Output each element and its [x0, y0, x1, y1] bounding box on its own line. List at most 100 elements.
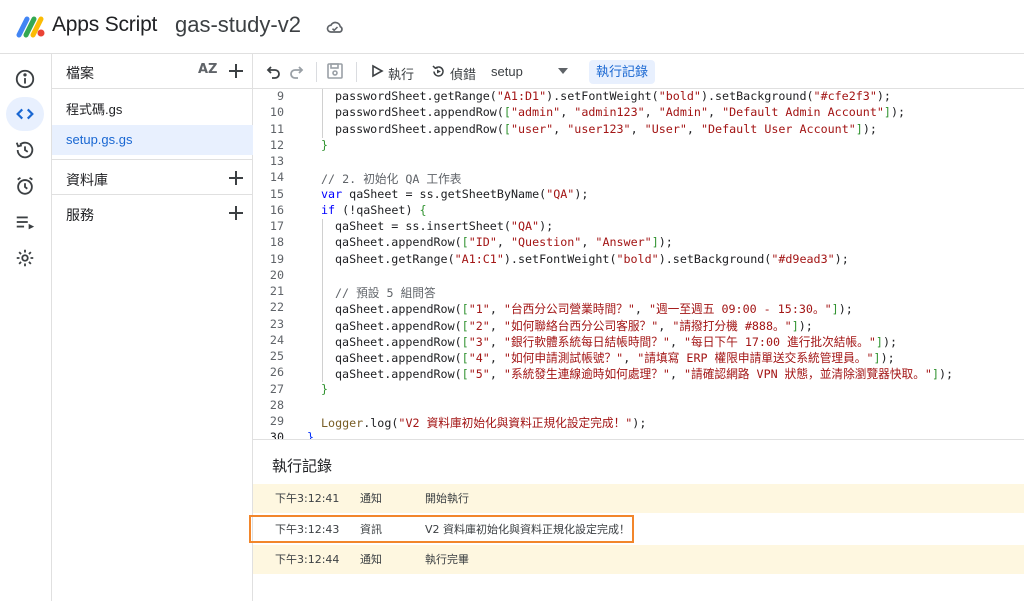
line-number: 18 — [269, 235, 284, 250]
overview-button[interactable] — [6, 62, 44, 96]
indent-guide — [322, 251, 323, 268]
history-icon — [15, 141, 34, 159]
log-level: 通知 — [360, 492, 382, 505]
code-line[interactable]: 24 qaSheet.appendRow(["3", "銀行軟體系統每日結帳時間？… — [253, 332, 1024, 349]
code-line[interactable]: 19 qaSheet.getRange("A1:C1").setFontWeigh… — [253, 251, 1024, 268]
project-title[interactable]: gas-study-v2 — [175, 12, 301, 38]
execution-log-button[interactable]: 執行記錄 — [589, 60, 655, 84]
section-services-label: 服務 — [66, 207, 94, 223]
add-file-icon[interactable] — [227, 62, 245, 80]
code-line[interactable]: 16 if (!qaSheet) { — [253, 203, 1024, 219]
settings-button[interactable] — [6, 241, 44, 275]
line-number: 10 — [269, 105, 284, 120]
code-text: qaSheet.appendRow(["2", "如何聯絡台西分公司客服？", … — [335, 318, 813, 333]
code-text: qaSheet.appendRow(["3", "銀行軟體系統每日結帳時間？",… — [335, 334, 898, 349]
run-button[interactable]: 執行 — [388, 64, 414, 83]
info-icon — [15, 69, 35, 89]
add-service-icon[interactable] — [227, 204, 245, 222]
line-number: 29 — [269, 414, 284, 428]
add-library-icon[interactable] — [227, 169, 245, 187]
code-line[interactable]: 23 qaSheet.appendRow(["2", "如何聯絡台西分公司客服？"… — [253, 316, 1024, 333]
code-line[interactable]: 12} — [253, 138, 1024, 154]
code-text: // 預設 5 組問答 — [335, 286, 436, 300]
executions-icon — [16, 216, 35, 230]
code-line[interactable]: 30} — [253, 430, 1024, 439]
apps-script-logo-icon[interactable] — [16, 13, 46, 39]
project-history-button[interactable] — [6, 133, 44, 167]
log-entry: 下午3:12:44 通知 執行完畢 — [253, 545, 1024, 574]
code-text: } — [307, 430, 315, 439]
line-number: 15 — [269, 186, 284, 201]
cloud-saved-icon — [326, 21, 343, 33]
section-libraries: 資料庫 — [52, 159, 253, 194]
line-number: 30 — [269, 430, 284, 439]
code-line[interactable]: 28 — [253, 398, 1024, 414]
line-number: 22 — [269, 300, 284, 315]
indent-guide — [322, 121, 323, 138]
log-level: 通知 — [360, 553, 382, 566]
code-line[interactable]: 18 qaSheet.appendRow(["ID", "Question", "… — [253, 235, 1024, 252]
line-number: 14 — [269, 170, 284, 185]
indent-guide — [322, 105, 323, 122]
code-editor[interactable]: 9 passwordSheet.getRange("A1:D1").setFont… — [253, 89, 1024, 439]
triggers-button[interactable] — [6, 169, 44, 203]
indent-guide — [322, 89, 323, 106]
editor-button[interactable] — [6, 97, 44, 131]
code-line[interactable]: 21 // 預設 5 組問答 — [253, 284, 1024, 301]
code-text: passwordSheet.getRange("A1:D1").setFontW… — [335, 89, 891, 103]
code-text: } — [321, 381, 329, 396]
file-item-setup[interactable]: setup.gs.gs — [52, 125, 253, 155]
indent-guide — [322, 365, 323, 382]
line-number: 28 — [269, 397, 284, 412]
code-line[interactable]: 26 qaSheet.appendRow(["5", "系統發生連線逾時如何處理？… — [253, 365, 1024, 382]
files-panel: 檔案 AZ 程式碼.gs setup.gs.gs 資料庫 服務 — [52, 54, 253, 601]
line-number: 21 — [269, 284, 284, 298]
code-line[interactable]: 11 passwordSheet.appendRow(["user", "user… — [253, 121, 1024, 138]
execution-log-title: 執行記錄 — [272, 458, 333, 475]
redo-icon[interactable] — [288, 62, 306, 80]
indent-guide — [322, 219, 323, 236]
line-number: 12 — [269, 137, 284, 152]
sort-az-icon[interactable]: AZ — [198, 62, 218, 77]
function-select[interactable]: setup — [491, 64, 523, 79]
code-line[interactable]: 20 — [253, 267, 1024, 284]
indent-guide — [322, 349, 323, 366]
line-number: 23 — [269, 316, 284, 331]
code-line[interactable]: 9 passwordSheet.getRange("A1:D1").setFont… — [253, 89, 1024, 106]
code-line[interactable]: 10 passwordSheet.appendRow(["admin", "adm… — [253, 105, 1024, 122]
undo-icon[interactable] — [264, 62, 282, 80]
debug-icon — [432, 65, 444, 77]
line-number: 25 — [269, 349, 284, 363]
line-number: 19 — [269, 251, 284, 266]
code-line[interactable]: 14 // 2. 初始化 QA 工作表 — [253, 170, 1024, 186]
code-line[interactable]: 25 qaSheet.appendRow(["4", "如何申請測試帳號？", "… — [253, 349, 1024, 366]
code-text: qaSheet.appendRow(["ID", "Question", "An… — [335, 235, 673, 250]
code-text: passwordSheet.appendRow(["admin", "admin… — [335, 105, 906, 120]
files-title: 檔案 — [66, 65, 94, 81]
code-text: qaSheet.appendRow(["4", "如何申請測試帳號？", "請填… — [335, 351, 895, 365]
code-line[interactable]: 29 Logger.log("V2 資料庫初始化與資料正規化設定完成！"); — [253, 414, 1024, 430]
chevron-down-icon[interactable] — [558, 68, 568, 74]
save-icon[interactable] — [326, 62, 344, 80]
line-number: 26 — [269, 365, 284, 380]
executions-button[interactable] — [6, 205, 44, 239]
code-text: } — [321, 137, 329, 152]
code-text: // 2. 初始化 QA 工作表 — [321, 172, 462, 187]
section-libraries-label: 資料庫 — [66, 172, 108, 188]
code-text: if (!qaSheet) { — [321, 202, 427, 217]
code-line[interactable]: 22 qaSheet.appendRow(["1", "台西分公司營業時間？", … — [253, 300, 1024, 317]
line-number: 17 — [269, 219, 284, 233]
toolbar-separator — [356, 62, 357, 82]
file-item-main[interactable]: 程式碼.gs — [52, 95, 253, 125]
line-number: 9 — [276, 89, 284, 103]
code-line[interactable]: 27} — [253, 382, 1024, 398]
code-line[interactable]: 13 — [253, 154, 1024, 170]
indent-guide — [322, 267, 323, 284]
editor-toolbar: 執行 偵錯 setup 執行記錄 — [253, 54, 1024, 89]
alarm-icon — [17, 176, 33, 195]
indent-guide — [322, 300, 323, 317]
code-text: qaSheet.getRange("A1:C1").setFontWeight(… — [335, 251, 849, 266]
code-line[interactable]: 15 var qaSheet = ss.getSheetByName("QA"); — [253, 187, 1024, 203]
code-line[interactable]: 17 qaSheet = ss.insertSheet("QA"); — [253, 219, 1024, 236]
debug-button[interactable]: 偵錯 — [450, 64, 476, 83]
